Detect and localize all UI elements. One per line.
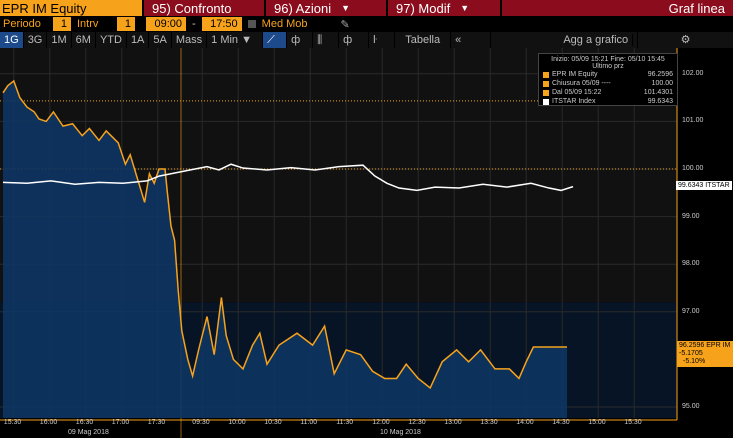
epr-change: -5.1705 <box>679 350 703 357</box>
legend-item: Chiusura 05/09 ---- 100.00 <box>543 79 673 88</box>
x-tick-label: 11:30 <box>336 419 354 426</box>
start-time-input[interactable]: 09:00 <box>146 17 186 31</box>
x-tick-label: 16:00 <box>39 419 58 426</box>
y-tick-label: 97.00 <box>682 307 700 315</box>
legend-swatch <box>543 80 549 87</box>
modify-label: 97) Modif <box>396 0 451 16</box>
x-tick-label: 16:30 <box>75 419 94 426</box>
moving-avg-checkbox[interactable] <box>247 20 256 28</box>
x-tick-label: 09:30 <box>192 419 210 426</box>
collapse-button[interactable]: « <box>451 32 492 48</box>
x-tick-label: 17:30 <box>147 419 166 426</box>
legend-item: EPR IM Equity 96.2596 <box>543 70 673 79</box>
controls-bar: Periodo 1 Intrv 1 09:00 - 17:50 Med Mob … <box>0 16 733 32</box>
compare-button[interactable]: 95) Confronto <box>144 0 264 16</box>
chevron-down-icon: ▼ <box>341 3 351 13</box>
actions-button[interactable]: 96) Azioni ▼ <box>266 0 386 16</box>
chart-type-label: Graf linea <box>668 0 725 16</box>
range-max[interactable]: Mass <box>172 32 208 48</box>
moving-avg-label: Med Mob <box>261 18 308 30</box>
date-label: 09 Mag 2018 <box>68 429 109 436</box>
candlestick-icon[interactable]: ф <box>339 32 370 48</box>
range-3g[interactable]: 3G <box>24 32 48 48</box>
range-6m[interactable]: 6M <box>72 32 96 48</box>
interval-label: Intrv <box>77 18 99 30</box>
y-tick-label: 95.00 <box>682 403 700 410</box>
legend-value: 96.2596 <box>647 71 673 78</box>
x-tick-label: 10:30 <box>264 419 282 426</box>
toolbar: 1G 3G 1M 6M YTD 1A 5A Mass 1 Min ▼ ⟋ ф ⫼… <box>0 32 733 48</box>
y-tick-label: 100.00 <box>682 165 704 172</box>
epr-last-tag: 96.2596 EPR IM -5.1705 -5.10% <box>677 341 733 367</box>
legend-range: Inizio: 05/09 15:21 Fine: 05/10 15:45 <box>551 56 665 63</box>
x-tick-label: 13:00 <box>444 419 462 426</box>
x-tick-label: 17:00 <box>111 419 130 426</box>
pencil-icon[interactable]: ✎ <box>341 18 350 31</box>
range-1g[interactable]: 1G <box>0 32 24 48</box>
x-tick-label: 15:30 <box>3 419 22 426</box>
x-tick-label: 13:30 <box>480 419 498 426</box>
x-tick-label: 14:00 <box>516 419 534 426</box>
range-5a[interactable]: 5A <box>149 32 172 48</box>
gear-icon[interactable]: ⚙ <box>638 32 733 48</box>
y-tick-label: 102.00 <box>682 69 704 77</box>
legend-label: ITSTAR Index <box>552 98 596 105</box>
x-tick-label: 14:30 <box>552 419 570 426</box>
interval-input[interactable]: 1 <box>117 17 135 31</box>
legend-label: Chiusura 05/09 ---- <box>552 80 611 87</box>
modify-button[interactable]: 97) Modif ▼ <box>388 0 500 16</box>
add-to-chart-label: Agg a grafico <box>559 34 634 46</box>
end-time-input[interactable]: 17:50 <box>201 17 242 31</box>
price-chart[interactable] <box>0 48 733 438</box>
legend-label: EPR IM Equity <box>552 71 598 78</box>
x-tick-label: 15:30 <box>624 419 642 426</box>
y-tick-label: 98.00 <box>682 260 700 268</box>
table-button[interactable]: Tabella <box>395 32 452 48</box>
legend-header: Ultimo prz <box>592 63 624 70</box>
x-tick-label: 15:00 <box>588 419 606 426</box>
add-to-chart-button[interactable]: Agg a grafico <box>491 32 639 48</box>
time-separator: - <box>192 18 196 30</box>
ohlc-icon[interactable]: ф <box>287 32 314 48</box>
legend-swatch <box>543 71 549 78</box>
compare-label: 95) Confronto <box>152 0 232 16</box>
period-label: Periodo <box>3 18 41 30</box>
actions-label: 96) Azioni <box>274 0 332 16</box>
legend-value: 100.00 <box>651 80 673 87</box>
x-tick-label: 10:00 <box>228 419 246 426</box>
range-ytd[interactable]: YTD <box>96 32 127 48</box>
header-bar: EPR IM Equity 95) Confronto 96) Azioni ▼ … <box>0 0 733 16</box>
security-field[interactable]: EPR IM Equity <box>0 0 142 16</box>
period-input[interactable]: 1 <box>53 17 71 31</box>
legend: Inizio: 05/09 15:21 Fine: 05/10 15:45 Ul… <box>538 53 678 106</box>
legend-item: Dal 05/09 15:22 101.4301 <box>543 88 673 97</box>
line-chart-icon[interactable]: ⟋ <box>263 32 288 48</box>
date-label: 10 Mag 2018 <box>380 429 421 436</box>
x-tick-label: 11:00 <box>300 419 318 426</box>
legend-value: 101.4301 <box>643 89 673 96</box>
y-tick-label: 101.00 <box>682 117 704 125</box>
legend-swatch <box>543 98 549 105</box>
legend-label: Dal 05/09 15:22 <box>552 89 602 96</box>
epr-change-pct: -5.10% <box>683 358 706 365</box>
chevron-down-icon: ▼ <box>460 3 470 13</box>
chart-type-button[interactable]: Graf linea <box>502 0 733 16</box>
legend-swatch <box>543 89 549 96</box>
range-1a[interactable]: 1A <box>127 32 150 48</box>
itstar-last-tag: 99.6343 ITSTAR <box>676 181 732 190</box>
hlc-icon[interactable]: ŀ <box>369 32 396 48</box>
range-1m[interactable]: 1M <box>47 32 72 48</box>
legend-item: ITSTAR Index 99.6343 <box>543 97 673 106</box>
interval-select[interactable]: 1 Min ▼ <box>207 32 264 48</box>
legend-value: 99.6343 <box>647 98 673 105</box>
x-tick-label: 12:00 <box>372 419 390 426</box>
y-tick-label: 99.00 <box>682 212 700 220</box>
epr-last-value: 96.2596 EPR IM <box>679 342 731 349</box>
x-tick-label: 12:30 <box>408 419 426 426</box>
bar-chart-icon[interactable]: ⫼ <box>313 32 340 48</box>
